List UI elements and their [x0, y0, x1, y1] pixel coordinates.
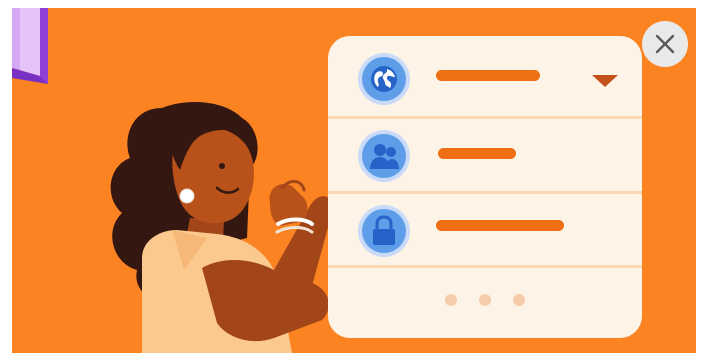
globe-icon — [371, 66, 397, 92]
lock-icon-badge — [358, 205, 410, 257]
close-button[interactable] — [642, 21, 688, 67]
pager-dot — [513, 294, 525, 306]
people-icon — [370, 144, 399, 169]
close-icon — [655, 34, 675, 54]
pager-dot — [479, 294, 491, 306]
audience-label-bar — [436, 70, 540, 81]
pager-dots — [328, 294, 642, 306]
people-icon-badge — [358, 130, 410, 182]
lock-icon — [373, 215, 395, 245]
row-divider — [328, 265, 642, 268]
settings-card — [328, 36, 642, 338]
audience-row[interactable] — [328, 42, 642, 114]
globe-icon-badge — [358, 53, 410, 105]
friends-label-bar — [438, 148, 516, 159]
privacy-label-bar — [436, 220, 564, 231]
chevron-down-icon[interactable] — [592, 75, 618, 87]
friends-row[interactable] — [328, 119, 642, 191]
woman-illustration — [110, 102, 334, 353]
pager-dot — [445, 294, 457, 306]
earring — [179, 188, 195, 204]
privacy-illustration-banner — [12, 8, 696, 353]
privacy-row[interactable] — [328, 194, 642, 266]
